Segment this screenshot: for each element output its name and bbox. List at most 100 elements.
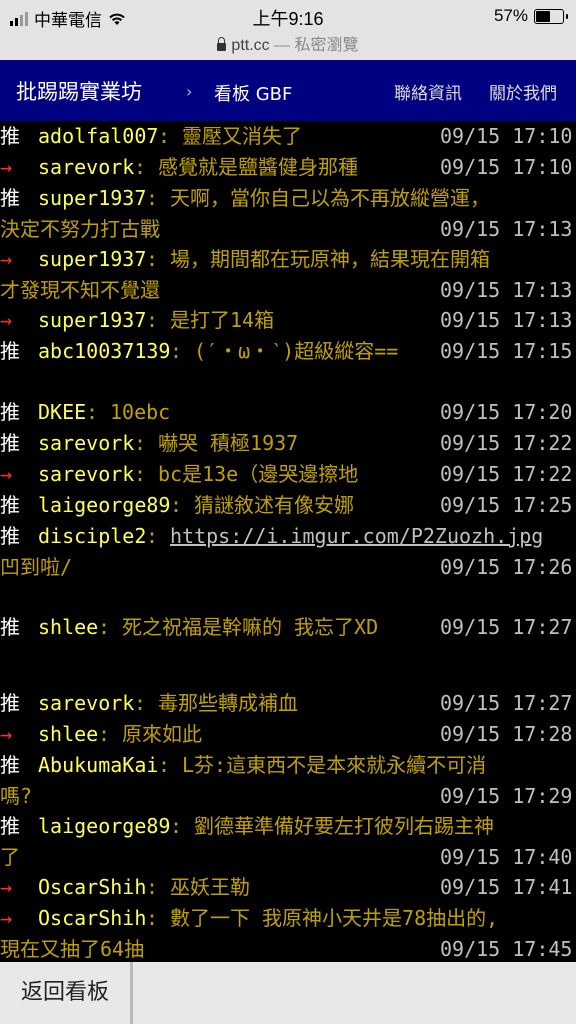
comment-user: shlee [38, 722, 99, 746]
comment-text: 毒那些轉成補血 [158, 691, 298, 715]
comment-row: → sarevork: bc是13e（邊哭邊擦地 09/15 17:22 [0, 459, 576, 490]
comment-user: disciple2 [38, 524, 147, 548]
comment-tag: → [0, 722, 13, 746]
comment-text: 場，期間都在玩原神，結果現在開箱 [170, 247, 490, 271]
comment-user: sarevork [38, 431, 135, 455]
comment-separator: : [146, 875, 159, 899]
comment-text: 巫妖王勒 [170, 875, 250, 899]
comment-time: 09/15 17:40 [440, 845, 573, 869]
comment-tag: 推 [0, 524, 20, 548]
about-link[interactable]: 關於我們 [489, 79, 557, 104]
comment-text: 數了一下 我原神小天井是78抽出的, [170, 906, 499, 930]
comment-text: 死之祝福是幹嘛的 我忘了XD [122, 615, 379, 639]
comment-tag: → [0, 875, 13, 899]
comment-text-continued: 決定不努力打古戰 [0, 217, 160, 241]
comment-text-continued: 凹到啦/ [0, 555, 73, 579]
bottom-toolbar: 返回看板 [0, 962, 576, 1024]
status-bar: 中華電信 上午9:16 57% ptt.cc — 私密瀏覽 [0, 0, 576, 60]
comment-time: 09/15 17:10 [440, 124, 573, 148]
battery-percent: 57% [493, 6, 528, 25]
comment-tag: 推 [0, 814, 20, 838]
comment-row: → OscarShih: 巫妖王勒 09/15 17:41 [0, 872, 576, 903]
comment-separator: : [98, 615, 111, 639]
comment-row-continued: 了 09/15 17:40 [0, 842, 576, 873]
back-to-board-button[interactable]: 返回看板 [0, 962, 130, 1024]
comment-separator: : [146, 524, 159, 548]
comment-separator: : [146, 247, 159, 271]
contact-link[interactable]: 聯絡資訊 [394, 79, 462, 104]
comment-row: 推 laigeorge89: 劉德華準備好要左打彼列右踢主神 [0, 811, 576, 842]
comment-row-continued: 凹到啦/09/15 17:26 [0, 552, 576, 583]
comment-time: 09/15 17:27 [440, 615, 573, 639]
comment-tag: → [0, 462, 13, 486]
comment-text-continued: 才發現不知不覺還 [0, 278, 160, 302]
comment-tag: 推 [0, 186, 20, 210]
comment-user: DKEE [38, 400, 87, 424]
comment-text-continued: 嗎? [0, 784, 33, 808]
comment-text: 原來如此 [122, 722, 202, 746]
comment-time: 09/15 17:22 [440, 462, 573, 486]
comment-tag: 推 [0, 400, 20, 424]
comment-user: AbukumaKai [38, 753, 159, 777]
comment-user: adolfal007 [38, 124, 159, 148]
comment-tag: 推 [0, 431, 20, 455]
comment-tag: 推 [0, 753, 20, 777]
comment-link[interactable]: https://i.imgur.com/P2Zuozh.jpg [170, 521, 543, 552]
comment-user: abc10037139 [38, 339, 171, 363]
comment-user: super1937 [38, 186, 147, 210]
site-logo-link[interactable]: 批踢踢實業坊 [16, 76, 142, 106]
comment-row: → super1937: 場，期間都在玩原神，結果現在開箱 [0, 244, 576, 275]
breadcrumb-chevron-icon: › [186, 82, 193, 101]
comment-tag: → [0, 155, 13, 179]
address-bar[interactable]: ptt.cc — 私密瀏覽 [0, 31, 576, 55]
comment-text: L芬:這東西不是本來就永續不可消 [182, 753, 487, 777]
comment-tag: → [0, 906, 13, 930]
comment-text: bc是13e（邊哭邊擦地 [158, 462, 359, 486]
comment-text: 是打了14箱 [170, 308, 275, 332]
comment-tag: → [0, 308, 13, 332]
comment-tag: 推 [0, 493, 20, 517]
comment-separator: : [134, 462, 147, 486]
url-domain: ptt.cc [231, 37, 270, 54]
comment-time: 09/15 17:41 [440, 875, 573, 899]
status-time: 上午9:16 [252, 9, 324, 29]
comment-user: OscarShih [38, 906, 147, 930]
comment-text: 10ebc [110, 400, 171, 424]
comment-row: 推 adolfal007: 靈壓又消失了 09/15 17:10 [0, 121, 576, 152]
comment-time: 09/15 17:26 [440, 555, 573, 579]
comment-separator: : [146, 906, 159, 930]
comment-separator: : [158, 753, 171, 777]
site-header: 批踢踢實業坊 › 看板 GBF 聯絡資訊 關於我們 [0, 60, 576, 121]
comment-list: 推 adolfal007: 靈壓又消失了 09/15 17:10 → sarevork: 感… [0, 121, 576, 962]
comment-user: sarevork [38, 462, 135, 486]
comment-separator: : [170, 493, 183, 517]
comment-user: super1937 [38, 308, 147, 332]
comment-text-continued: 了 [0, 845, 20, 869]
comment-tag: 推 [0, 615, 20, 639]
comment-row: 推 abc10037139: (′・ω・‵)超級縱容== 09/15 17:15 [0, 336, 576, 367]
board-link[interactable]: 看板 GBF [214, 80, 292, 106]
comment-row-continued: 嗎? 09/15 17:29 [0, 781, 576, 812]
comment-text: 猜謎敘述有像安娜 [194, 493, 354, 517]
comment-text: (′・ω・‵)超級縱容== [194, 339, 399, 363]
comment-time: 09/15 17:27 [440, 691, 573, 715]
comment-separator: : [146, 308, 159, 332]
comment-time: 09/15 17:13 [440, 217, 573, 241]
comment-row: 推 disciple2: https://i.imgur.com/P2Zuozh.j… [0, 521, 576, 552]
comment-tag: → [0, 247, 13, 271]
comment-separator: : [158, 124, 171, 148]
comment-time: 09/15 17:29 [440, 784, 573, 808]
comment-separator: : [86, 400, 99, 424]
lock-icon [217, 37, 227, 51]
battery-icon [534, 8, 568, 24]
comment-time: 09/15 17:13 [440, 278, 573, 302]
comment-text: 感覺就是鹽醬健身那種 [158, 155, 358, 179]
comment-user: OscarShih [38, 875, 147, 899]
comment-separator: : [146, 186, 159, 210]
comment-text: 嚇哭 積極1937 [158, 431, 299, 455]
comment-time: 09/15 17:28 [440, 722, 573, 746]
comment-time: 09/15 17:25 [440, 493, 573, 517]
comment-tag: 推 [0, 339, 20, 363]
toolbar-divider [130, 962, 133, 1024]
comment-separator: : [170, 814, 183, 838]
